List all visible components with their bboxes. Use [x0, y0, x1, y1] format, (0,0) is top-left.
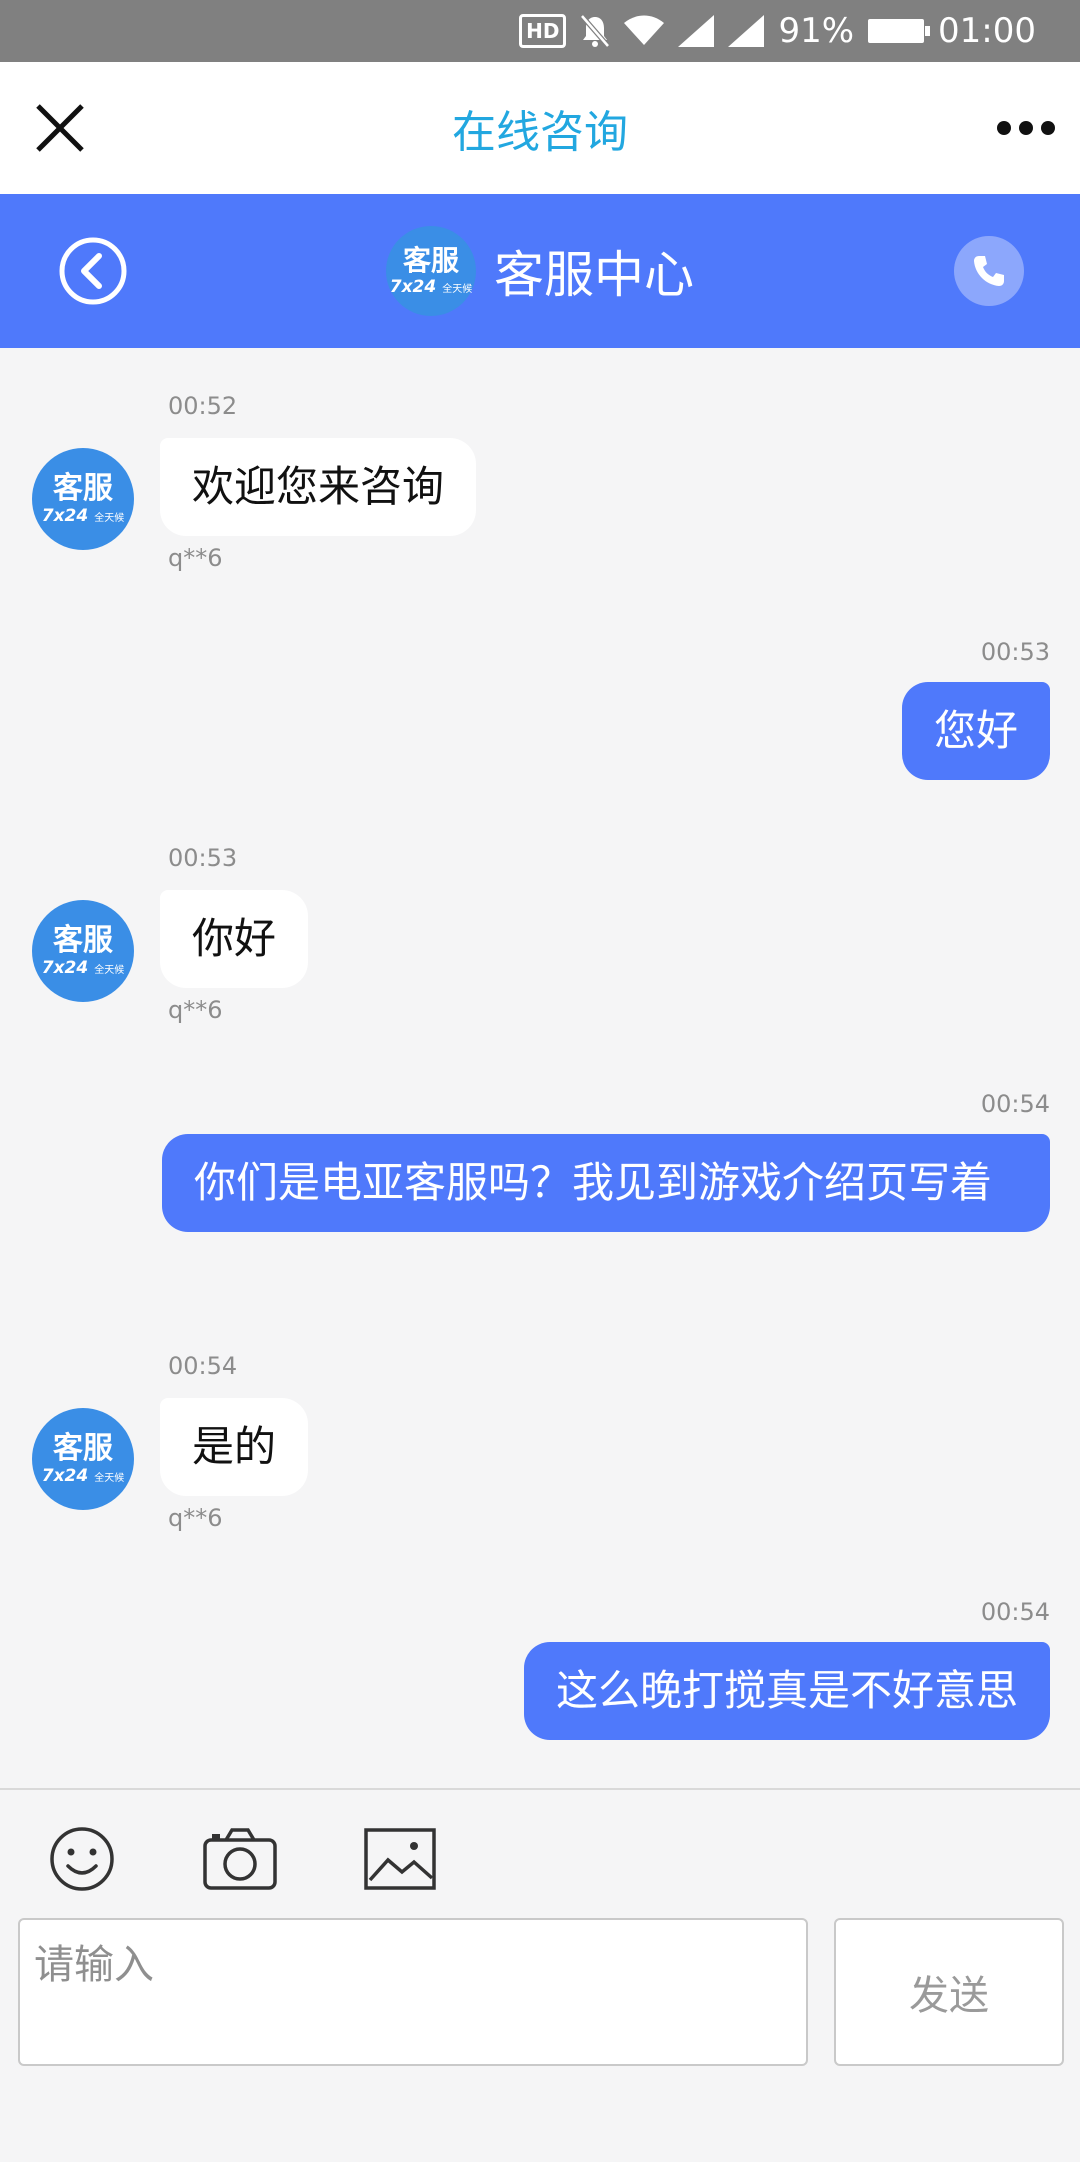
page-title: 在线咨询	[452, 107, 628, 158]
message-avatar[interactable]: 客服 7x24 全天候	[32, 448, 134, 550]
message-time: 00:54	[980, 1598, 1050, 1626]
phone-icon	[974, 256, 1004, 286]
message-time: 00:54	[980, 1090, 1050, 1118]
sender-name: q**6	[168, 544, 223, 572]
header-center: 客服 7x24 全天候 客服中心	[386, 226, 694, 316]
message-avatar[interactable]: 客服 7x24 全天候	[32, 900, 134, 1002]
mute-bell-icon	[580, 14, 611, 48]
message-input[interactable]: 请输入	[18, 1918, 808, 2066]
wifi-icon	[624, 15, 665, 45]
close-icon[interactable]	[32, 100, 88, 156]
service-avatar: 客服 7x24 全天候	[386, 226, 476, 316]
image-icon[interactable]	[362, 1826, 438, 1892]
header-title: 客服中心	[494, 246, 694, 304]
sender-name: q**6	[168, 1504, 223, 1532]
incoming-message[interactable]: 欢迎您来咨询	[160, 438, 477, 536]
camera-icon[interactable]	[202, 1826, 278, 1892]
battery-icon	[868, 19, 931, 43]
phone-button[interactable]	[954, 236, 1024, 306]
message-time: 00:54	[168, 1352, 238, 1380]
send-button[interactable]: 发送	[834, 1918, 1064, 2066]
sender-name: q**6	[168, 996, 223, 1024]
outgoing-message[interactable]: 你们是电亚客服吗？我见到游戏介绍页写着	[162, 1134, 1050, 1232]
chat-header: 客服 7x24 全天候 客服中心	[0, 194, 1080, 348]
incoming-message[interactable]: 是的	[160, 1398, 309, 1496]
top-nav-bar: 在线咨询	[0, 62, 1080, 194]
signal-icon	[728, 15, 765, 47]
message-time: 00:52	[168, 392, 238, 420]
chat-area[interactable]: 00:52 客服 7x24 全天候 欢迎您来咨询 q**6 00:53 您好 00…	[0, 348, 1080, 1788]
back-circle-icon[interactable]	[58, 236, 128, 306]
incoming-message[interactable]: 你好	[160, 890, 309, 988]
battery-percent: 91%	[778, 11, 855, 51]
status-time: 01:00	[938, 11, 1036, 51]
message-composer: 请输入 发送	[0, 1788, 1080, 2162]
message-time: 00:53	[980, 638, 1050, 666]
more-icon[interactable]	[996, 116, 1056, 140]
message-avatar[interactable]: 客服 7x24 全天候	[32, 1408, 134, 1510]
hd-icon: HD	[519, 14, 567, 48]
message-time: 00:53	[168, 844, 238, 872]
outgoing-message[interactable]: 您好	[901, 682, 1050, 780]
signal-icon	[678, 15, 715, 47]
emoji-icon[interactable]	[44, 1826, 120, 1892]
status-bar: HD 91% 01:00	[0, 0, 1080, 62]
outgoing-message[interactable]: 这么晚打搅真是不好意思	[523, 1642, 1050, 1740]
